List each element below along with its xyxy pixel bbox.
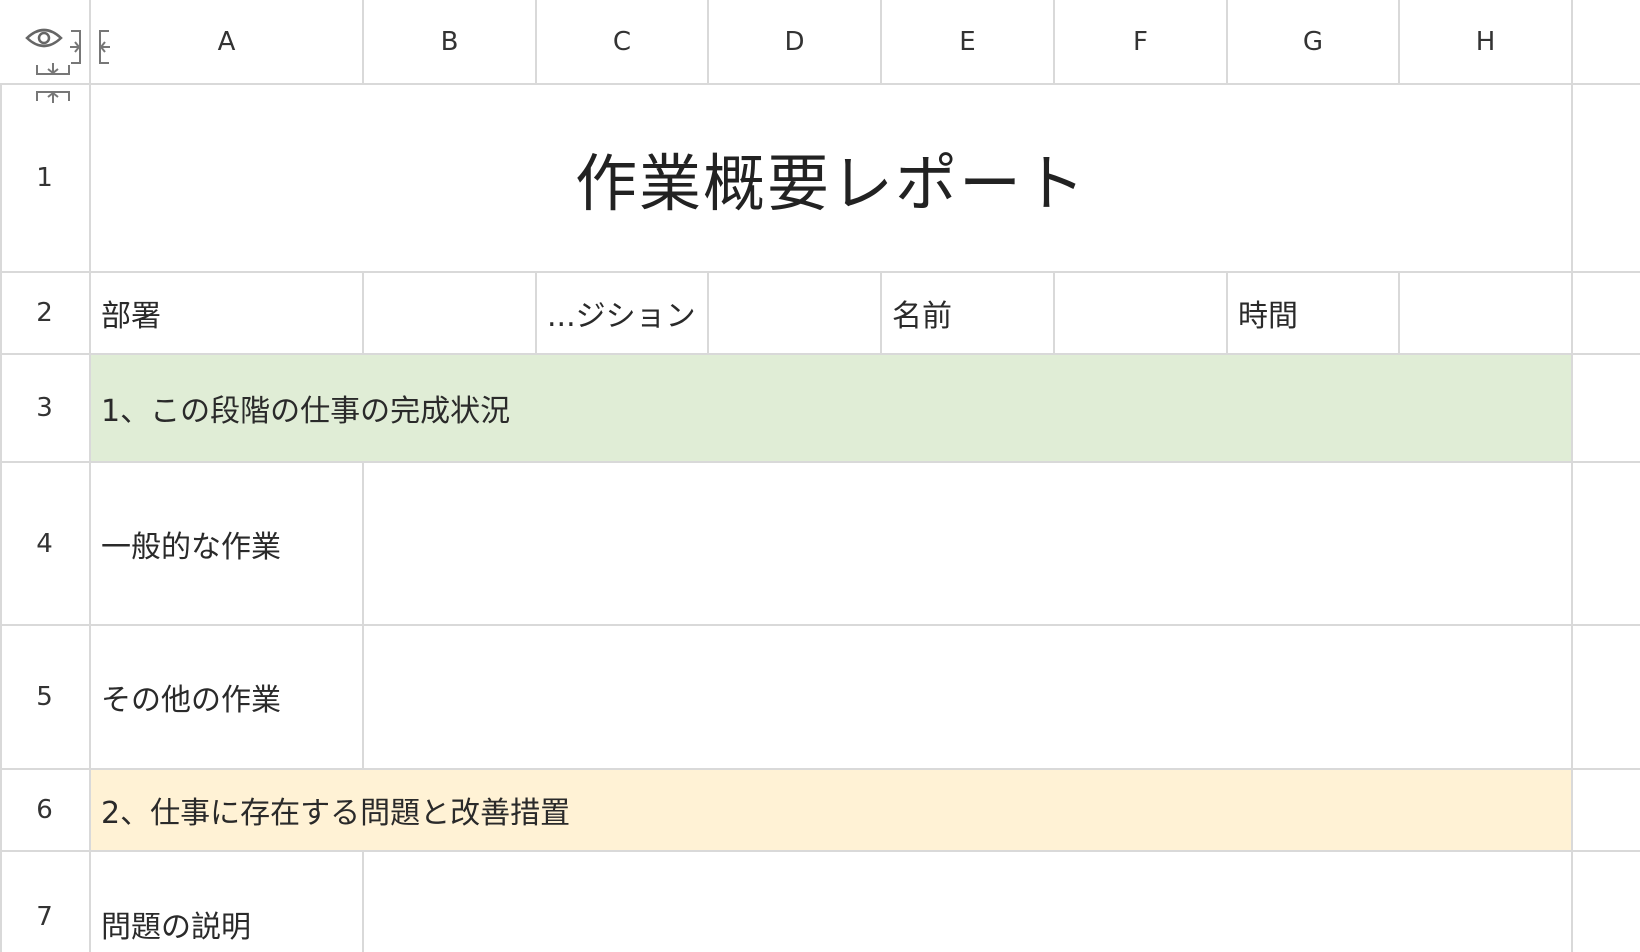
column-header-a[interactable]: A [91, 0, 362, 83]
cell-name-value[interactable] [1055, 273, 1226, 353]
row-header-7[interactable]: 7 [0, 852, 89, 952]
column-header-f[interactable]: F [1055, 0, 1226, 83]
cell-other-work-value[interactable] [364, 626, 1571, 768]
row-header-4[interactable]: 4 [0, 463, 89, 624]
cell-problem-description-value[interactable] [364, 852, 1571, 952]
cell-department-label[interactable]: 部署 [91, 273, 362, 353]
row-header-1[interactable]: 1 [0, 85, 89, 271]
cell-department-value[interactable] [364, 273, 535, 353]
cell-position-value[interactable] [709, 273, 880, 353]
cell-position-label[interactable]: ...ジション [537, 273, 707, 353]
column-header-g[interactable]: G [1228, 0, 1398, 83]
eye-icon[interactable] [24, 24, 64, 52]
grid-line [1571, 0, 1573, 952]
column-header-b[interactable]: B [364, 0, 535, 83]
cell-time-value[interactable] [1400, 273, 1571, 353]
row-header-5[interactable]: 5 [0, 626, 89, 768]
cell-name-label[interactable]: 名前 [882, 273, 1053, 353]
cell-other-work-label[interactable]: その他の作業 [91, 626, 362, 768]
spreadsheet: A B C D E F G H 1 2 3 4 5 6 7 作業概要レポート 部… [0, 0, 1640, 952]
row-header-2[interactable]: 2 [0, 273, 89, 353]
row-header-3[interactable]: 3 [0, 355, 89, 461]
row-header-6[interactable]: 6 [0, 770, 89, 850]
cell-general-work-value[interactable] [364, 463, 1571, 624]
column-header-d[interactable]: D [709, 0, 880, 83]
section1-heading-cell[interactable]: 1、この段階の仕事の完成状況 [91, 355, 1571, 461]
report-title-cell[interactable]: 作業概要レポート [91, 85, 1571, 271]
cell-time-label[interactable]: 時間 [1228, 273, 1398, 353]
column-header-e[interactable]: E [882, 0, 1053, 83]
column-header-c[interactable]: C [537, 0, 707, 83]
cell-general-work-label[interactable]: 一般的な作業 [91, 463, 362, 624]
cell-problem-description-label[interactable]: 問題の説明 [91, 852, 352, 952]
section2-heading-cell[interactable]: 2、仕事に存在する問題と改善措置 [91, 770, 1571, 850]
column-header-h[interactable]: H [1400, 0, 1571, 83]
